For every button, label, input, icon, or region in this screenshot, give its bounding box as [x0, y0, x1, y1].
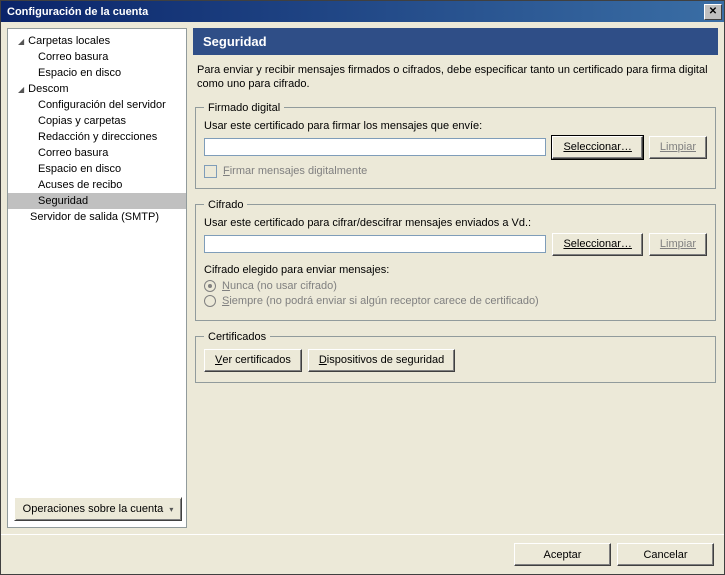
sign-messages-label: FFirmar mensajes digitalmenteirmar mensa…	[223, 165, 367, 177]
section-description: Para enviar y recibir mensajes firmados …	[193, 63, 718, 102]
signing-group: Firmado digital Usar este certificado pa…	[195, 102, 716, 189]
encryption-pref-label: Cifrado elegido para enviar mensajes:	[204, 264, 707, 276]
tree-item-espacio-en-disco[interactable]: Espacio en disco	[8, 65, 186, 81]
sign-messages-checkbox	[204, 165, 217, 178]
tree-item-correo-basura[interactable]: Correo basura	[8, 49, 186, 65]
encryption-select-button[interactable]: Seleccionar…	[552, 233, 642, 256]
ok-button[interactable]: Aceptar	[514, 543, 611, 566]
encrypt-never-label: Nunca (no usar cifrado)	[222, 280, 337, 292]
signing-legend: Firmado digital	[204, 102, 284, 114]
tree-item-seguridad[interactable]: Seguridad	[8, 193, 186, 209]
signing-cert-label: Usar este certificado para firmar los me…	[204, 120, 707, 132]
certificates-group: Certificados Ver certificados Ver certif…	[195, 331, 716, 383]
close-icon: ✕	[709, 6, 717, 17]
encryption-legend: Cifrado	[204, 199, 247, 211]
account-tree-sidebar: Carpetas localesCorreo basuraEspacio en …	[7, 28, 187, 528]
encryption-clear-button: Limpiar	[649, 233, 707, 256]
encrypt-always-radio	[204, 295, 216, 307]
tree-item-correo-basura[interactable]: Correo basura	[8, 145, 186, 161]
certificates-legend: Certificados	[204, 331, 270, 343]
encrypt-always-label: Siempre (no podrá enviar si algún recept…	[222, 295, 539, 307]
tree-item-copias-y-carpetas[interactable]: Copias y carpetas	[8, 113, 186, 129]
window-title: Configuración de la cuenta	[7, 6, 704, 18]
tree-item-acuses-de-recibo[interactable]: Acuses de recibo	[8, 177, 186, 193]
tree-item-espacio-en-disco[interactable]: Espacio en disco	[8, 161, 186, 177]
signing-clear-button: Limpiar	[649, 136, 707, 159]
view-certificates-button[interactable]: Ver certificados	[204, 349, 302, 372]
account-operations-label: Operaciones sobre la cuenta	[23, 503, 164, 515]
tree-item-servidor-de-salida-smtp-[interactable]: Servidor de salida (SMTP)	[8, 209, 186, 225]
section-header: Seguridad	[193, 28, 718, 55]
security-devices-button[interactable]: Dispositivos de seguridad	[308, 349, 455, 372]
encryption-group: Cifrado Usar este certificado para cifra…	[195, 199, 716, 321]
account-operations-button[interactable]: Operaciones sobre la cuenta	[14, 497, 182, 521]
signing-cert-input[interactable]	[204, 138, 546, 156]
cancel-button[interactable]: Cancelar	[617, 543, 714, 566]
tree-item-carpetas-locales[interactable]: Carpetas locales	[8, 33, 186, 49]
tree-item-redacci-n-y-direcciones[interactable]: Redacción y direcciones	[8, 129, 186, 145]
close-button[interactable]: ✕	[704, 4, 722, 20]
signing-select-button[interactable]: Seleccionar…	[552, 136, 642, 159]
settings-panel: Seguridad Para enviar y recibir mensajes…	[193, 28, 718, 528]
tree-item-descom[interactable]: Descom	[8, 81, 186, 97]
encryption-cert-input[interactable]	[204, 235, 546, 253]
encrypt-never-radio	[204, 280, 216, 292]
tree-item-configuraci-n-del-servidor[interactable]: Configuración del servidor	[8, 97, 186, 113]
encryption-cert-label: Usar este certificado para cifrar/descif…	[204, 217, 707, 229]
